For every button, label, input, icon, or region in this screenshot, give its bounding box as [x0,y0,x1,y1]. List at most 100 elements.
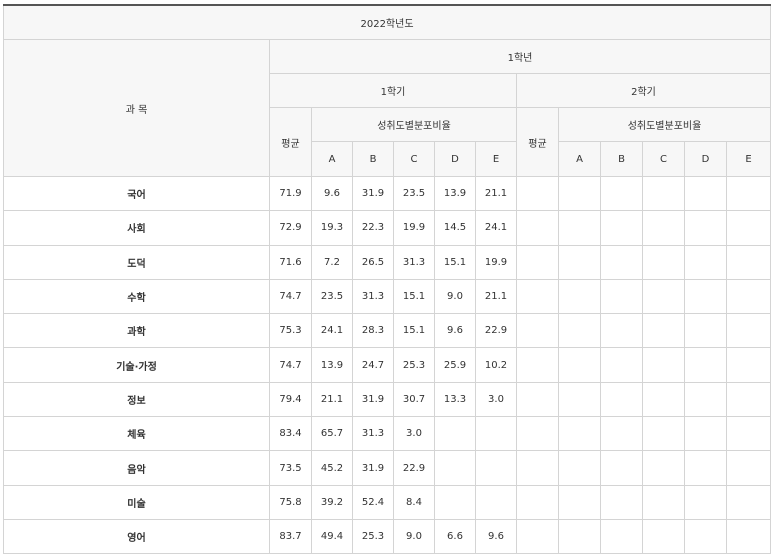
semester-2-level-e-cell [725,484,772,520]
semester-1-level-b-header: B [352,141,394,177]
semester-1-level-e-cell: 21.1 [475,175,517,212]
semester-1-average-cell: 83.7 [269,518,312,555]
semester-1-average-cell: 83.4 [269,416,312,452]
semester-2-average-cell [516,381,559,418]
semester-1-level-c-header: C [393,141,435,177]
semester-1-level-d-cell: 9.6 [434,313,476,349]
semester-2-level-b-cell [600,450,643,486]
semester-2-level-b-header: B [600,141,643,177]
semester-1-level-a-cell: 49.4 [311,518,353,555]
semester-2-level-d-cell [684,313,727,349]
semester-1-level-d-cell: 6.6 [434,518,476,555]
semester-2-level-e-cell [725,313,772,349]
semester-2-header: 2학기 [515,73,772,108]
table-row: 도덕 71.6 7.2 26.5 31.3 15.1 19.9 [3,244,772,280]
semester-1-level-d-cell: 9.0 [434,278,476,315]
semester-2-level-a-cell [558,244,601,280]
semester-1-average-cell: 71.6 [269,244,312,280]
semester-1-level-d-cell [434,484,476,520]
semester-1-level-c-cell: 23.5 [393,175,435,212]
semester-2-level-c-cell [642,416,685,452]
semester-2-level-c-cell [642,484,685,520]
semester-2-level-c-cell [642,210,685,246]
semester-2-level-b-cell [600,278,643,315]
semester-1-average-header: 평균 [269,107,312,177]
semester-2-average-cell [516,278,559,315]
table-row: 국어 71.9 9.6 31.9 23.5 13.9 21.1 [3,175,772,212]
semester-2-level-a-cell [558,518,601,555]
semester-2-level-d-cell [684,416,727,452]
semester-2-average-cell [516,484,559,520]
semester-1-level-a-cell: 13.9 [311,347,353,383]
semester-1-header: 1학기 [269,73,517,108]
semester-2-level-e-cell [725,381,772,418]
semester-2-level-c-cell [642,450,685,486]
semester-1-level-c-cell: 30.7 [393,381,435,418]
semester-1-level-b-cell: 31.9 [352,381,394,418]
semester-2-level-e-cell [725,518,772,555]
semester-1-level-a-cell: 21.1 [311,381,353,418]
semester-1-average-cell: 79.4 [269,381,312,418]
semester-2-level-a-cell [558,313,601,349]
semester-2-level-e-header: E [725,141,772,177]
semester-1-distribution-header: 성취도별분포비율 [311,107,517,142]
subject-cell: 정보 [3,381,270,418]
semester-2-average-cell [516,416,559,452]
semester-2-level-e-cell [725,347,772,383]
semester-1-level-a-cell: 65.7 [311,416,353,452]
semester-1-level-a-cell: 7.2 [311,244,353,280]
semester-1-level-e-cell [475,450,517,486]
semester-2-level-b-cell [600,244,643,280]
semester-1-level-e-cell: 10.2 [475,347,517,383]
subject-cell: 음악 [3,450,270,486]
subject-cell: 도덕 [3,244,270,280]
semester-1-level-e-header: E [475,141,517,177]
semester-1-level-a-cell: 23.5 [311,278,353,315]
semester-1-level-d-cell: 13.3 [434,381,476,418]
semester-2-level-d-cell [684,347,727,383]
semester-1-level-d-cell: 13.9 [434,175,476,212]
semester-2-average-cell [516,313,559,349]
semester-1-average-cell: 74.7 [269,278,312,315]
semester-1-level-c-cell: 19.9 [393,210,435,246]
semester-1-level-b-cell: 52.4 [352,484,394,520]
semester-2-average-cell [516,210,559,246]
semester-1-level-d-cell: 14.5 [434,210,476,246]
semester-1-level-b-cell: 25.3 [352,518,394,555]
semester-2-level-d-cell [684,175,727,212]
subject-column-header: 과 목 [3,39,270,177]
semester-1-level-b-cell: 31.9 [352,450,394,486]
semester-1-level-e-cell: 9.6 [475,518,517,555]
subject-cell: 수학 [3,278,270,315]
semester-2-level-e-cell [725,244,772,280]
semester-2-average-header: 평균 [516,107,559,177]
semester-2-level-b-cell [600,381,643,418]
semester-1-level-a-header: A [311,141,353,177]
grade-distribution-table: 2022학년도 과 목 1학년 1학기 2학기 평균 성취도별분포비율 평균 성… [2,4,772,555]
semester-2-level-a-cell [558,484,601,520]
semester-2-level-c-cell [642,381,685,418]
semester-2-level-d-cell [684,244,727,280]
semester-2-level-e-cell [725,450,772,486]
semester-2-level-d-header: D [684,141,727,177]
semester-2-level-a-cell [558,381,601,418]
grade-table-body: 국어 71.9 9.6 31.9 23.5 13.9 21.1 사회 72.9 19.3 22.3 1… [3,175,772,555]
grade-header: 1학년 [268,39,772,74]
semester-1-level-d-header: D [434,141,476,177]
semester-2-average-cell [516,518,559,555]
semester-1-average-cell: 75.8 [269,484,312,520]
semester-2-level-a-cell [558,210,601,246]
semester-2-level-a-cell [558,347,601,383]
semester-2-level-a-header: A [558,141,601,177]
semester-1-level-d-cell: 25.9 [434,347,476,383]
semester-1-level-c-cell: 22.9 [393,450,435,486]
semester-1-level-c-cell: 9.0 [393,518,435,555]
subject-cell: 미술 [3,484,270,520]
grade-distribution-table-container: 2022학년도 과 목 1학년 1학기 2학기 평균 성취도별분포비율 평균 성… [2,4,772,555]
table-row: 기술·가정 74.7 13.9 24.7 25.3 25.9 10.2 [3,347,772,383]
year-header: 2022학년도 [2,4,772,40]
semester-2-level-b-cell [600,210,643,246]
semester-1-average-cell: 72.9 [269,210,312,246]
semester-1-level-a-cell: 9.6 [311,175,353,212]
semester-1-level-d-cell [434,450,476,486]
